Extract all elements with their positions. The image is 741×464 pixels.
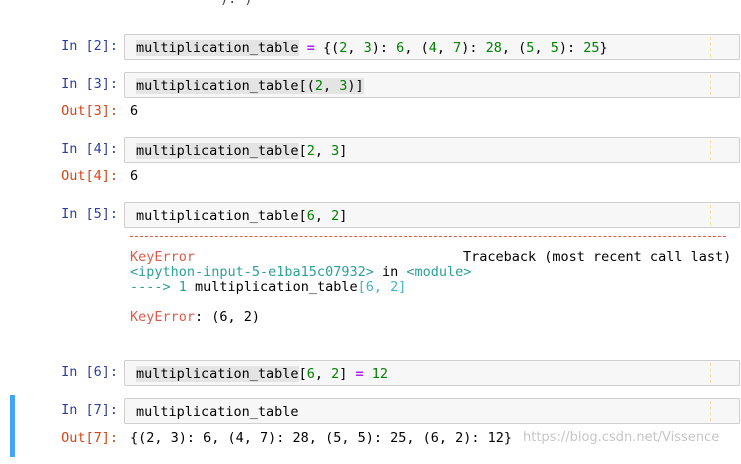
code-input[interactable]: multiplication_table[(2, 3)]: [124, 72, 740, 98]
line-length-ruler: [710, 140, 711, 160]
traceback-location: <ipython-input-5-e1ba15c07932>: [130, 264, 374, 280]
cell-output: 6: [130, 168, 139, 184]
input-prompt: In [6]:: [61, 364, 118, 380]
line-length-ruler: [710, 37, 711, 57]
code-identifier: multiplication_table: [136, 366, 299, 382]
input-prompt: In [7]:: [61, 402, 118, 418]
traceback-line-code: multiplication_table: [195, 279, 358, 295]
code-text: [6, 2] = 12: [298, 366, 389, 382]
code-identifier: multiplication_table: [136, 143, 299, 159]
watermark: https://blog.csdn.net/Vissence: [523, 430, 720, 445]
error-final-message: : (6, 2): [195, 309, 261, 325]
error-name: KeyError: [130, 249, 196, 265]
output-prompt: Out[4]:: [61, 168, 118, 184]
previous-output-fragment: ): ): [0, 0, 741, 8]
line-length-ruler: [710, 205, 711, 225]
input-prompt: In [3]:: [61, 76, 118, 92]
code-input[interactable]: multiplication_table[6, 2]: [124, 202, 740, 228]
line-length-ruler: [710, 363, 711, 383]
input-prompt: In [5]:: [61, 206, 118, 222]
code-text: [(2, 3)]: [298, 78, 364, 94]
code-input[interactable]: multiplication_table = {(2, 3): 6, (4, 7…: [124, 34, 740, 60]
line-length-ruler: [710, 75, 711, 95]
code-text: [2, 3]: [298, 143, 348, 159]
error-final-name: KeyError: [130, 309, 196, 325]
input-prompt: In [4]:: [61, 141, 118, 157]
code-input[interactable]: multiplication_table: [124, 398, 740, 424]
traceback-header: Traceback (most recent call last): [463, 249, 732, 265]
line-length-ruler: [710, 401, 711, 421]
traceback-arrow: ----> 1: [130, 279, 196, 295]
code-identifier: multiplication_table: [136, 404, 299, 420]
code-text: [6, 2]: [298, 208, 348, 224]
code-input[interactable]: multiplication_table[2, 3]: [124, 137, 740, 163]
output-prompt: Out[7]:: [61, 430, 118, 446]
traceback-output: KeyError Traceback (most recent call last…: [130, 249, 731, 325]
cell-output: 6: [130, 103, 139, 119]
output-prompt: Out[3]:: [61, 103, 118, 119]
code-identifier: multiplication_table: [136, 208, 299, 224]
traceback-module: <module>: [406, 264, 472, 280]
traceback-separator: [130, 236, 726, 237]
code-identifier: multiplication_table: [136, 40, 299, 56]
code-input[interactable]: multiplication_table[6, 2] = 12: [124, 360, 740, 386]
traceback-line-rest: [6, 2]: [357, 279, 407, 295]
input-prompt: In [2]:: [61, 38, 118, 54]
code-identifier: multiplication_table: [136, 78, 299, 94]
code-text: = {(2, 3): 6, (4, 7): 28, (5, 5): 25}: [306, 40, 608, 56]
cell-output: {(2, 3): 6, (4, 7): 28, (5, 5): 25, (6, …: [130, 430, 513, 446]
traceback-in-word: in: [373, 264, 407, 280]
